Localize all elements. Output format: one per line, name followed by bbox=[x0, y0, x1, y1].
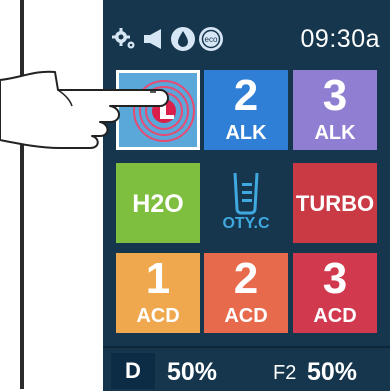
tile-label: OTY.C bbox=[222, 215, 270, 232]
cup-icon bbox=[233, 172, 259, 215]
right-percent: 50% bbox=[307, 358, 358, 386]
svg-text:eco: eco bbox=[205, 35, 218, 44]
tile-h2o[interactable]: H2O bbox=[116, 163, 200, 243]
tile-label: ALK bbox=[225, 122, 267, 144]
tile-acd-3[interactable]: 3 ACD bbox=[293, 253, 377, 333]
device-stand-line bbox=[20, 0, 24, 389]
tile-quantity[interactable]: OTY.C bbox=[204, 163, 288, 243]
tile-number: 3 bbox=[322, 71, 348, 120]
water-drop-icon[interactable] bbox=[170, 26, 196, 52]
clock: 09:30a bbox=[300, 25, 380, 53]
status-bar: eco 09:30a bbox=[103, 0, 390, 53]
gear-icon[interactable] bbox=[111, 26, 137, 52]
eco-icon[interactable]: eco bbox=[198, 26, 224, 52]
tile-number: 3 bbox=[322, 254, 348, 303]
tile-alk-3[interactable]: 3 ALK bbox=[293, 70, 377, 150]
filter-label: F2 bbox=[273, 362, 297, 384]
tile-label: ACD bbox=[224, 305, 268, 327]
device-screen: eco 09:30a 2 ALK 3 ALK H2O OTY.C TURBO 1… bbox=[103, 0, 390, 391]
tile-label: TURBO bbox=[295, 191, 375, 216]
pointing-hand-icon bbox=[0, 70, 169, 149]
left-percent: 50% bbox=[167, 358, 218, 386]
tile-acd-1[interactable]: 1 ACD bbox=[116, 253, 200, 333]
tile-number: 2 bbox=[233, 254, 259, 303]
tile-number: 1 bbox=[145, 254, 171, 303]
tile-label: ALK bbox=[314, 122, 356, 144]
tile-label: H2O bbox=[132, 190, 184, 218]
tile-label: ACD bbox=[136, 305, 180, 327]
tile-acd-2[interactable]: 2 ACD bbox=[204, 253, 288, 333]
speaker-icon[interactable] bbox=[141, 26, 167, 52]
tile-alk-2[interactable]: 2 ALK bbox=[204, 70, 288, 150]
bottom-bar: D 50% F2 50% bbox=[103, 346, 390, 391]
tile-label: ACD bbox=[313, 305, 357, 327]
tile-turbo[interactable]: TURBO bbox=[293, 163, 377, 243]
tile-number: 2 bbox=[233, 71, 259, 120]
mode-indicator: D bbox=[111, 353, 155, 389]
